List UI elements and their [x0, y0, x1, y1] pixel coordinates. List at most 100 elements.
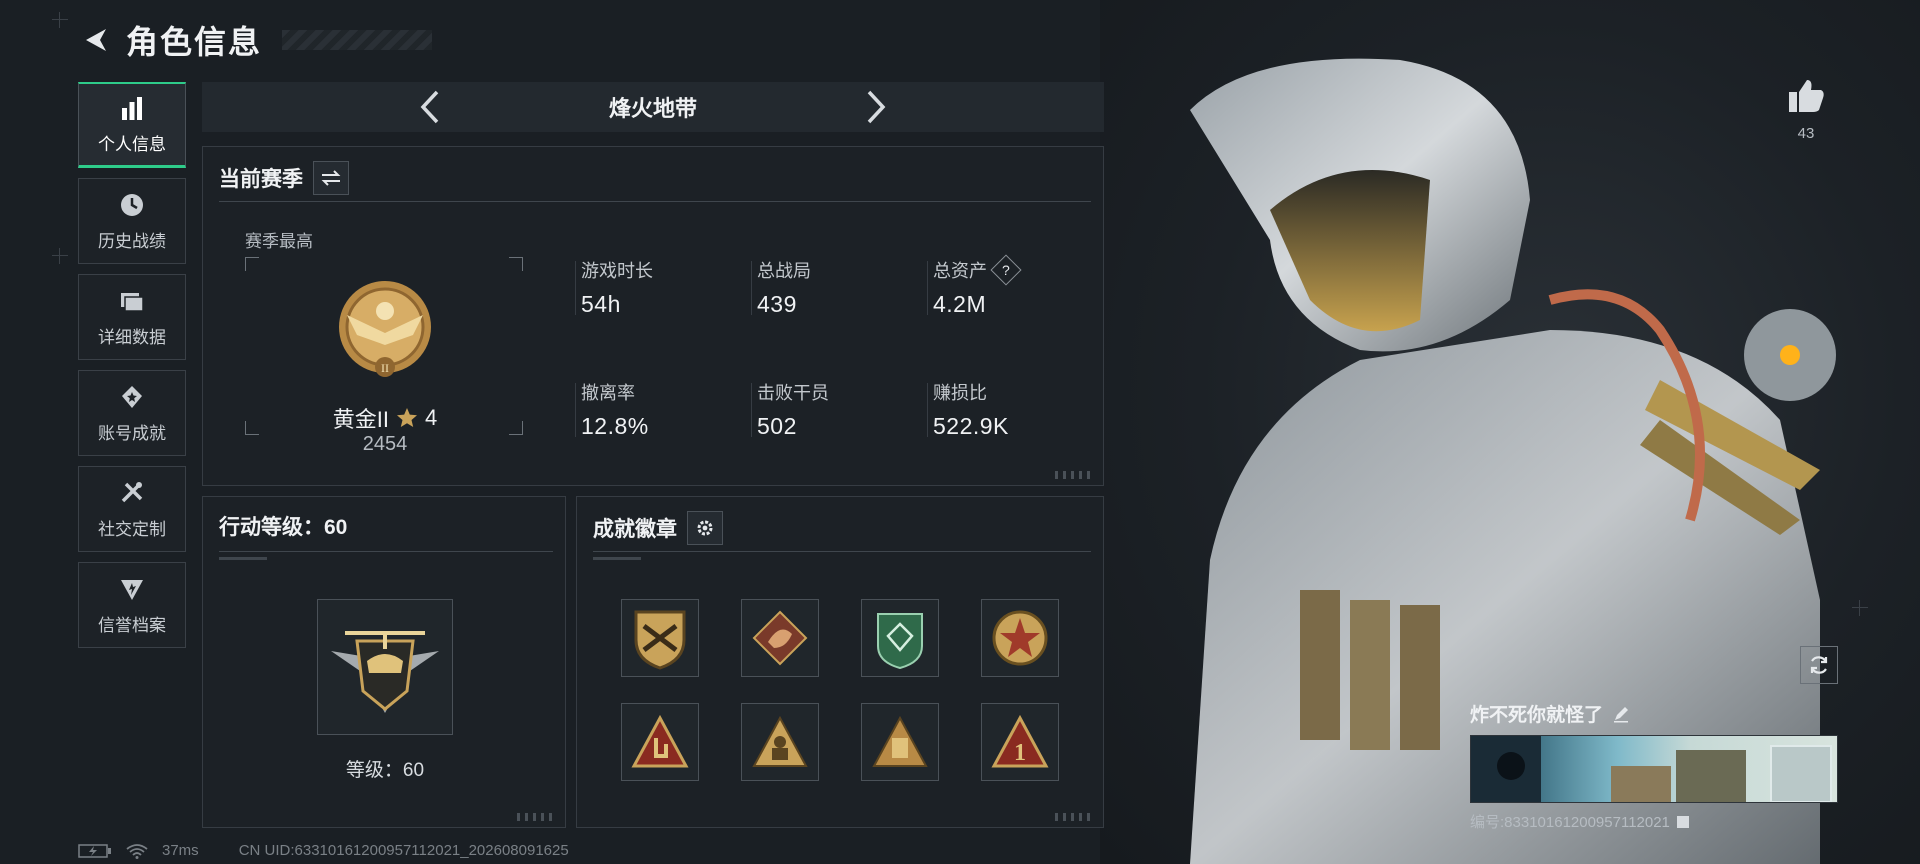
season-best-label: 赛季最高 — [245, 232, 313, 251]
badge-slot[interactable] — [621, 703, 699, 781]
stat-label: 游戏时长 — [581, 261, 653, 281]
like-button[interactable]: 43 — [1786, 78, 1826, 142]
thumbs-up-icon — [1789, 80, 1824, 112]
user-uid: CN UID:6331016120095711202​1_20260809162… — [238, 842, 569, 859]
divider — [219, 201, 1091, 202]
nav-item-detail-data[interactable]: 详细数据 — [78, 274, 186, 360]
nav-item-achievements[interactable]: 账号成就 — [78, 370, 186, 456]
badge-slot[interactable] — [741, 703, 819, 781]
gold-rank-emblem-icon: II — [339, 281, 431, 377]
rotate-view-button[interactable] — [1800, 646, 1838, 684]
divider — [593, 551, 1091, 552]
wifi-icon — [126, 843, 148, 859]
star-icon — [396, 408, 417, 427]
stat-total-assets: 总资产 ? 4.2M — [927, 254, 1093, 318]
title-decoration — [282, 30, 433, 50]
stat-total-matches: 总战局 439 — [751, 257, 917, 318]
stat-value: 4.2M — [933, 291, 987, 317]
stat-extraction-rate: 撤离率 12.8% — [575, 379, 741, 440]
stat-label: 击败干员 — [757, 383, 829, 403]
rank-title: 黄金II — [332, 407, 389, 432]
helicopter-emblem-icon — [331, 631, 439, 713]
badge-slot[interactable] — [981, 599, 1059, 677]
history-icon — [121, 193, 143, 216]
gear-icon — [697, 520, 713, 536]
like-count: 43 — [1797, 125, 1815, 142]
divider-accent — [219, 557, 267, 560]
copy-icon[interactable] — [1676, 815, 1690, 829]
svg-text:1: 1 — [1014, 740, 1026, 766]
decor-cross — [1852, 600, 1868, 616]
stat-value: 502 — [757, 413, 797, 439]
player-card-id: 编号:8331016120095711202​1 — [1470, 814, 1670, 831]
stat-label: 总资产 — [933, 261, 987, 281]
panel-decoration — [1055, 471, 1095, 479]
nav-item-social[interactable]: 社交定制 — [78, 466, 186, 552]
stat-label: 撤离率 — [581, 383, 635, 403]
green-shield-badge-icon — [877, 613, 923, 670]
reputation-icon — [121, 579, 143, 600]
player-card[interactable]: 炸不死你就怪了 编号:8331016120095711202​1 — [1470, 700, 1838, 840]
back-arrow-icon[interactable] — [78, 23, 112, 57]
badge-slot[interactable]: 1 — [981, 703, 1059, 781]
page-title: 角色信息 — [126, 24, 263, 60]
switch-season-button[interactable] — [313, 161, 349, 195]
chevron-right-icon[interactable] — [863, 88, 891, 126]
stat-operators-defeated: 击败干员 502 — [751, 379, 917, 440]
nav-label: 账号成就 — [98, 423, 166, 443]
card-name-row: 炸不死你就怪了 — [1470, 700, 1838, 727]
badges-header: 成就徽章 — [593, 511, 723, 545]
nav-label: 历史战绩 — [98, 231, 166, 251]
fist-badge-icon — [872, 715, 928, 767]
player-card-banner — [1470, 735, 1838, 803]
level-badge — [317, 599, 453, 735]
help-icon[interactable]: ? — [990, 254, 1022, 286]
rotate-icon — [1810, 656, 1828, 674]
card-id-row: 编号:8331016120095711202​1 — [1470, 811, 1838, 832]
tools-icon — [121, 481, 143, 502]
decor-cross — [52, 248, 68, 264]
status-bar: 37ms CN UID:6331016120095711202​1_202608… — [78, 842, 569, 859]
battery-charging-icon — [78, 843, 111, 858]
divider-accent — [593, 557, 641, 560]
level-text: 等级：60 — [345, 760, 425, 781]
level-title: 行动等级：60 — [219, 516, 348, 539]
sidebar-nav: 个人信息 历史战绩 详细数据 账号成就 社交定制 信誉档案 — [78, 82, 186, 648]
badge-slot[interactable] — [861, 599, 939, 677]
soldier-badge-icon — [752, 715, 808, 767]
page-header: 角色信息 — [78, 18, 433, 62]
stat-value: 439 — [757, 291, 797, 317]
nav-item-reputation[interactable]: 信誉档案 — [78, 562, 186, 648]
nav-label: 信誉档案 — [98, 615, 166, 635]
swap-icon — [321, 170, 341, 186]
mode-selector: 烽火地带 — [202, 82, 1104, 132]
season-header: 当前赛季 — [219, 161, 349, 195]
badge-slot[interactable] — [621, 599, 699, 677]
stat-label: 总战局 — [757, 261, 811, 281]
rank-stars: 4 — [424, 405, 438, 430]
nav-label: 个人信息 — [98, 135, 166, 154]
edit-icon[interactable] — [1611, 704, 1631, 724]
mode-title: 烽火地带 — [608, 96, 697, 121]
nav-item-history[interactable]: 历史战绩 — [78, 178, 186, 264]
divider — [219, 551, 553, 552]
level-panel: 行动等级：60 等级：60 — [202, 496, 566, 828]
hand-sign-badge-icon — [631, 714, 689, 768]
nav-label: 详细数据 — [98, 327, 166, 347]
rank-score: 2454 — [362, 433, 408, 455]
stat-profit-loss-ratio: 赚损比 522.9K — [927, 379, 1093, 440]
network-ping: 37ms — [162, 842, 199, 859]
badge-slot[interactable] — [741, 599, 819, 677]
star-medal-badge-icon — [992, 610, 1048, 666]
decor-cross — [52, 12, 68, 28]
rank-name: 黄金II 4 — [203, 402, 567, 434]
panel-decoration — [517, 813, 557, 821]
nav-item-personal-info[interactable]: 个人信息 — [78, 82, 186, 168]
stat-value: 54h — [581, 291, 621, 317]
badges-title: 成就徽章 — [593, 518, 677, 541]
badge-settings-button[interactable] — [687, 511, 723, 545]
chevron-left-icon[interactable] — [415, 88, 443, 126]
bar-chart-icon — [122, 97, 142, 120]
badge-slot[interactable] — [861, 703, 939, 781]
season-title: 当前赛季 — [219, 168, 303, 191]
